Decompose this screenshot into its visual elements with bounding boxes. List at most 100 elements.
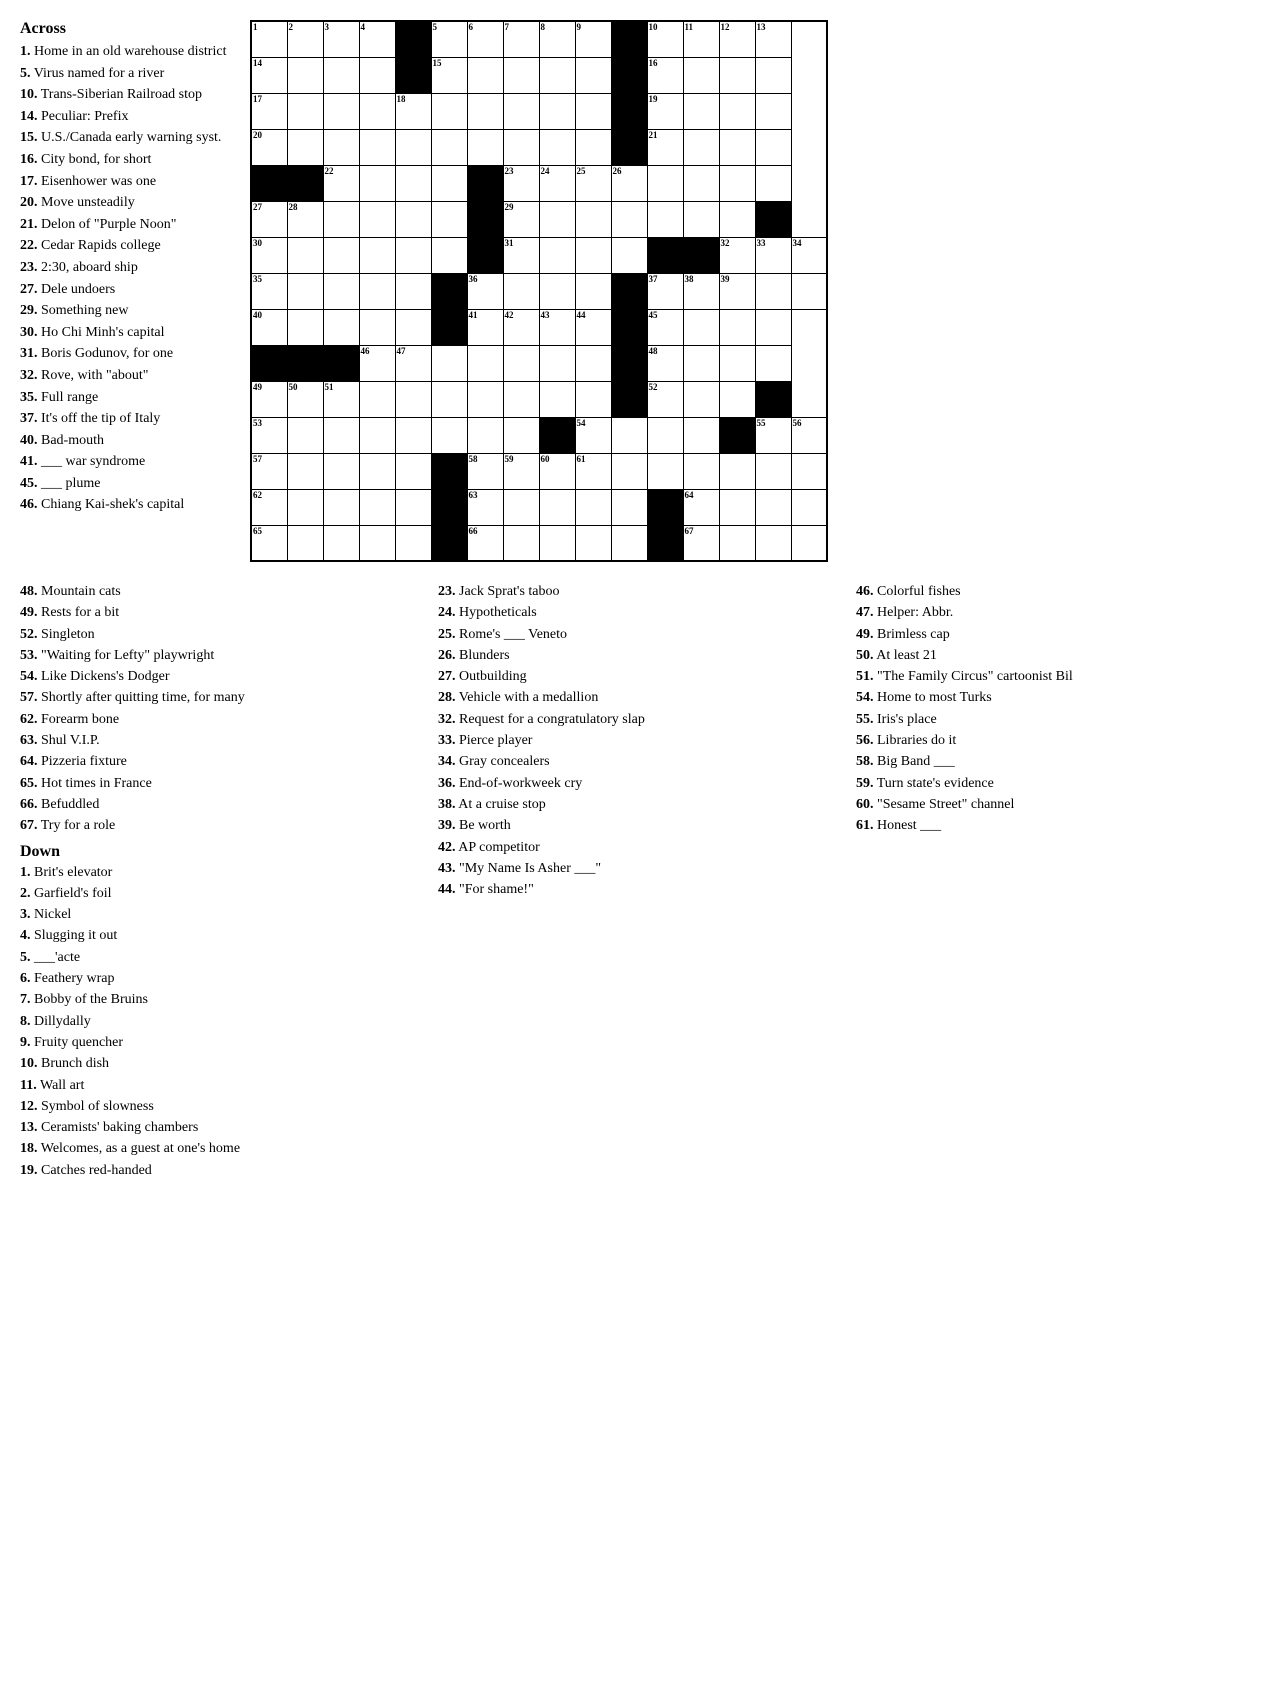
grid-cell[interactable]: 6 xyxy=(467,21,503,57)
grid-cell[interactable]: 51 xyxy=(323,381,359,417)
grid-cell[interactable] xyxy=(755,489,791,525)
grid-cell[interactable] xyxy=(359,417,395,453)
grid-cell[interactable] xyxy=(359,129,395,165)
grid-cell[interactable]: 15 xyxy=(431,57,467,93)
grid-cell[interactable]: 53 xyxy=(251,417,287,453)
grid-cell[interactable] xyxy=(287,237,323,273)
grid-cell[interactable] xyxy=(755,453,791,489)
grid-cell[interactable] xyxy=(359,453,395,489)
grid-cell[interactable]: 44 xyxy=(575,309,611,345)
grid-cell[interactable]: 3 xyxy=(323,21,359,57)
grid-cell[interactable]: 63 xyxy=(467,489,503,525)
grid-cell[interactable] xyxy=(395,309,431,345)
grid-cell[interactable] xyxy=(683,453,719,489)
grid-cell[interactable] xyxy=(323,129,359,165)
grid-cell[interactable] xyxy=(611,93,647,129)
grid-cell[interactable] xyxy=(791,273,827,309)
grid-cell[interactable]: 5 xyxy=(431,21,467,57)
grid-cell[interactable] xyxy=(611,201,647,237)
grid-cell[interactable] xyxy=(539,525,575,561)
grid-cell[interactable]: 1 xyxy=(251,21,287,57)
grid-cell[interactable] xyxy=(503,417,539,453)
grid-cell[interactable] xyxy=(323,201,359,237)
grid-cell[interactable] xyxy=(539,57,575,93)
grid-cell[interactable] xyxy=(431,273,467,309)
grid-cell[interactable] xyxy=(323,345,359,381)
grid-cell[interactable]: 8 xyxy=(539,21,575,57)
grid-cell[interactable]: 60 xyxy=(539,453,575,489)
grid-cell[interactable] xyxy=(395,417,431,453)
grid-cell[interactable] xyxy=(323,57,359,93)
grid-cell[interactable] xyxy=(323,309,359,345)
grid-cell[interactable] xyxy=(719,165,755,201)
grid-cell[interactable]: 20 xyxy=(251,129,287,165)
grid-cell[interactable] xyxy=(431,129,467,165)
grid-cell[interactable] xyxy=(503,93,539,129)
grid-cell[interactable] xyxy=(575,381,611,417)
grid-cell[interactable] xyxy=(395,453,431,489)
grid-cell[interactable] xyxy=(755,381,791,417)
grid-cell[interactable] xyxy=(359,309,395,345)
grid-cell[interactable] xyxy=(755,201,791,237)
grid-cell[interactable]: 25 xyxy=(575,165,611,201)
grid-cell[interactable] xyxy=(287,453,323,489)
grid-cell[interactable] xyxy=(539,489,575,525)
grid-cell[interactable] xyxy=(287,165,323,201)
grid-cell[interactable] xyxy=(575,489,611,525)
grid-cell[interactable]: 40 xyxy=(251,309,287,345)
grid-cell[interactable]: 26 xyxy=(611,165,647,201)
grid-cell[interactable] xyxy=(431,489,467,525)
grid-cell[interactable] xyxy=(719,381,755,417)
grid-cell[interactable] xyxy=(467,201,503,237)
grid-cell[interactable] xyxy=(611,453,647,489)
grid-cell[interactable] xyxy=(647,237,683,273)
grid-cell[interactable] xyxy=(647,417,683,453)
grid-cell[interactable] xyxy=(503,489,539,525)
grid-cell[interactable]: 23 xyxy=(503,165,539,201)
grid-cell[interactable] xyxy=(503,273,539,309)
grid-cell[interactable] xyxy=(647,489,683,525)
grid-cell[interactable] xyxy=(719,453,755,489)
grid-cell[interactable]: 30 xyxy=(251,237,287,273)
grid-cell[interactable] xyxy=(539,273,575,309)
grid-cell[interactable] xyxy=(647,165,683,201)
grid-cell[interactable] xyxy=(431,201,467,237)
grid-cell[interactable] xyxy=(683,165,719,201)
grid-cell[interactable] xyxy=(359,489,395,525)
grid-cell[interactable] xyxy=(539,201,575,237)
grid-cell[interactable] xyxy=(791,453,827,489)
grid-cell[interactable] xyxy=(755,57,791,93)
grid-cell[interactable]: 9 xyxy=(575,21,611,57)
grid-cell[interactable] xyxy=(395,165,431,201)
grid-cell[interactable] xyxy=(395,273,431,309)
grid-cell[interactable] xyxy=(287,489,323,525)
grid-cell[interactable] xyxy=(467,93,503,129)
grid-cell[interactable] xyxy=(503,129,539,165)
grid-cell[interactable] xyxy=(431,165,467,201)
grid-cell[interactable] xyxy=(575,201,611,237)
grid-cell[interactable] xyxy=(467,345,503,381)
grid-cell[interactable] xyxy=(539,237,575,273)
grid-cell[interactable] xyxy=(503,525,539,561)
grid-cell[interactable] xyxy=(467,417,503,453)
grid-cell[interactable] xyxy=(287,57,323,93)
grid-cell[interactable] xyxy=(431,93,467,129)
grid-cell[interactable] xyxy=(611,237,647,273)
grid-cell[interactable] xyxy=(755,165,791,201)
grid-cell[interactable]: 33 xyxy=(755,237,791,273)
grid-cell[interactable] xyxy=(431,309,467,345)
grid-cell[interactable] xyxy=(431,237,467,273)
grid-cell[interactable] xyxy=(395,201,431,237)
grid-cell[interactable] xyxy=(431,345,467,381)
grid-cell[interactable] xyxy=(611,309,647,345)
grid-cell[interactable] xyxy=(359,273,395,309)
grid-cell[interactable] xyxy=(575,237,611,273)
grid-cell[interactable] xyxy=(467,129,503,165)
grid-cell[interactable]: 24 xyxy=(539,165,575,201)
grid-cell[interactable]: 35 xyxy=(251,273,287,309)
grid-cell[interactable] xyxy=(503,345,539,381)
grid-cell[interactable] xyxy=(539,129,575,165)
grid-cell[interactable]: 67 xyxy=(683,525,719,561)
grid-cell[interactable] xyxy=(719,525,755,561)
grid-cell[interactable] xyxy=(359,237,395,273)
